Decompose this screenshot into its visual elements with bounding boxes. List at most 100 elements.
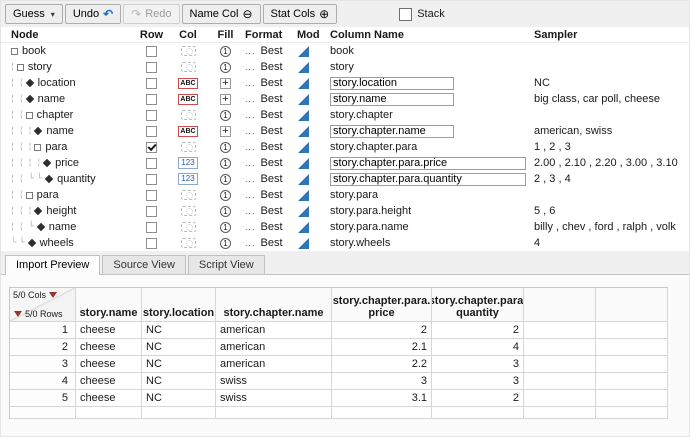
row-number[interactable]: 2	[10, 339, 76, 356]
row-checkbox[interactable]	[146, 222, 157, 233]
cell-quantity[interactable]: 2	[432, 390, 524, 407]
cell-quantity[interactable]: 2	[432, 322, 524, 339]
row-checkbox[interactable]	[146, 110, 157, 121]
format-button[interactable]: ...	[245, 62, 256, 72]
fill-icon[interactable]: +	[220, 78, 231, 89]
column-name-input[interactable]	[330, 77, 454, 90]
cell-chapter-name[interactable]: swiss	[216, 390, 332, 407]
modeling-type-icon[interactable]	[298, 62, 309, 73]
cell-story-name[interactable]: cheese	[76, 339, 142, 356]
modeling-type-icon[interactable]	[298, 142, 309, 153]
format-button[interactable]: ...	[245, 222, 256, 232]
attribute-node-icon[interactable]	[45, 175, 53, 183]
col-type-icon[interactable]: ABC	[178, 78, 197, 89]
cell-chapter-name[interactable]: american	[216, 356, 332, 373]
col-type-icon[interactable]	[181, 238, 196, 248]
column-name-input[interactable]	[330, 173, 526, 186]
fill-icon[interactable]: +	[220, 94, 231, 105]
row-checkbox[interactable]	[146, 62, 157, 73]
cell-story-location[interactable]: NC	[142, 373, 216, 390]
cell-story-name[interactable]: cheese	[76, 322, 142, 339]
column-header-para-quantity[interactable]: story.chapter.para. quantity	[432, 288, 524, 322]
column-name-input[interactable]	[330, 93, 454, 106]
cell-story-location[interactable]: NC	[142, 339, 216, 356]
cell-story-location[interactable]: NC	[142, 390, 216, 407]
columns-panel-wedge-icon[interactable]	[49, 292, 57, 298]
modeling-type-icon[interactable]	[298, 158, 309, 169]
cell-price[interactable]: 2	[332, 322, 432, 339]
column-header-para-price[interactable]: story.chapter.para. price	[332, 288, 432, 322]
guess-button[interactable]: Guess ▾	[5, 4, 63, 24]
modeling-type-icon[interactable]	[298, 78, 309, 89]
cell-story-name[interactable]: cheese	[76, 356, 142, 373]
attribute-node-icon[interactable]	[25, 79, 33, 87]
modeling-type-icon[interactable]	[298, 174, 309, 185]
column-header-story-location[interactable]: story.location	[142, 288, 216, 322]
cell-price[interactable]: 3.1	[332, 390, 432, 407]
format-button[interactable]: ...	[245, 110, 256, 120]
col-type-icon[interactable]	[181, 110, 196, 120]
modeling-type-icon[interactable]	[298, 222, 309, 233]
format-button[interactable]: ...	[245, 158, 256, 168]
fill-icon[interactable]: 1	[220, 238, 231, 249]
cell-story-name[interactable]: cheese	[76, 373, 142, 390]
element-node-icon[interactable]	[17, 64, 24, 71]
format-button[interactable]: ...	[245, 174, 256, 184]
rows-panel-wedge-icon[interactable]	[14, 311, 22, 317]
modeling-type-icon[interactable]	[298, 94, 309, 105]
col-type-icon[interactable]: ABC	[178, 126, 197, 137]
format-button[interactable]: ...	[245, 206, 256, 216]
format-button[interactable]: ...	[245, 94, 256, 104]
format-button[interactable]: ...	[245, 78, 256, 88]
modeling-type-icon[interactable]	[298, 190, 309, 201]
element-node-icon[interactable]	[34, 144, 41, 151]
format-button[interactable]: ...	[245, 46, 256, 56]
attribute-node-icon[interactable]	[34, 127, 42, 135]
cell-quantity[interactable]: 3	[432, 373, 524, 390]
col-type-icon[interactable]	[181, 46, 196, 56]
row-checkbox[interactable]	[146, 190, 157, 201]
element-node-icon[interactable]	[26, 192, 33, 199]
col-type-icon[interactable]: 123	[178, 157, 197, 169]
cell-quantity[interactable]: 4	[432, 339, 524, 356]
column-header-story-name[interactable]: story.name	[76, 288, 142, 322]
cell-chapter-name[interactable]: american	[216, 339, 332, 356]
row-checkbox[interactable]	[146, 174, 157, 185]
cell-price[interactable]: 2.2	[332, 356, 432, 373]
column-header-chapter-name[interactable]: story.chapter.name	[216, 288, 332, 322]
tab-import-preview[interactable]: Import Preview	[5, 255, 100, 275]
fill-icon[interactable]: 1	[220, 110, 231, 121]
modeling-type-icon[interactable]	[298, 110, 309, 121]
tab-script-view[interactable]: Script View	[188, 255, 265, 274]
tab-source-view[interactable]: Source View	[102, 255, 186, 274]
format-button[interactable]: ...	[245, 142, 256, 152]
format-button[interactable]: ...	[245, 190, 256, 200]
row-checkbox[interactable]	[146, 206, 157, 217]
row-checkbox[interactable]	[146, 46, 157, 57]
stack-checkbox[interactable]	[399, 8, 412, 21]
fill-icon[interactable]: 1	[220, 206, 231, 217]
row-checkbox[interactable]	[146, 142, 157, 153]
cell-chapter-name[interactable]: swiss	[216, 373, 332, 390]
modeling-type-icon[interactable]	[298, 46, 309, 57]
undo-button[interactable]: Undo ↶	[65, 4, 121, 24]
row-checkbox[interactable]	[146, 94, 157, 105]
col-type-icon[interactable]	[181, 206, 196, 216]
row-checkbox[interactable]	[146, 158, 157, 169]
cell-chapter-name[interactable]: american	[216, 322, 332, 339]
cell-quantity[interactable]: 3	[432, 356, 524, 373]
attribute-node-icon[interactable]	[25, 95, 33, 103]
row-number[interactable]: 5	[10, 390, 76, 407]
row-checkbox[interactable]	[146, 78, 157, 89]
fill-icon[interactable]: 1	[220, 62, 231, 73]
modeling-type-icon[interactable]	[298, 206, 309, 217]
col-type-icon[interactable]: 123	[178, 173, 197, 185]
column-name-input[interactable]	[330, 125, 454, 138]
name-col-button[interactable]: Name Col ⊖	[182, 4, 261, 24]
stat-cols-button[interactable]: Stat Cols ⊕	[263, 4, 338, 24]
fill-icon[interactable]: 1	[220, 158, 231, 169]
row-number[interactable]: 3	[10, 356, 76, 373]
row-checkbox[interactable]	[146, 238, 157, 249]
element-node-icon[interactable]	[26, 112, 33, 119]
row-number[interactable]: 1	[10, 322, 76, 339]
